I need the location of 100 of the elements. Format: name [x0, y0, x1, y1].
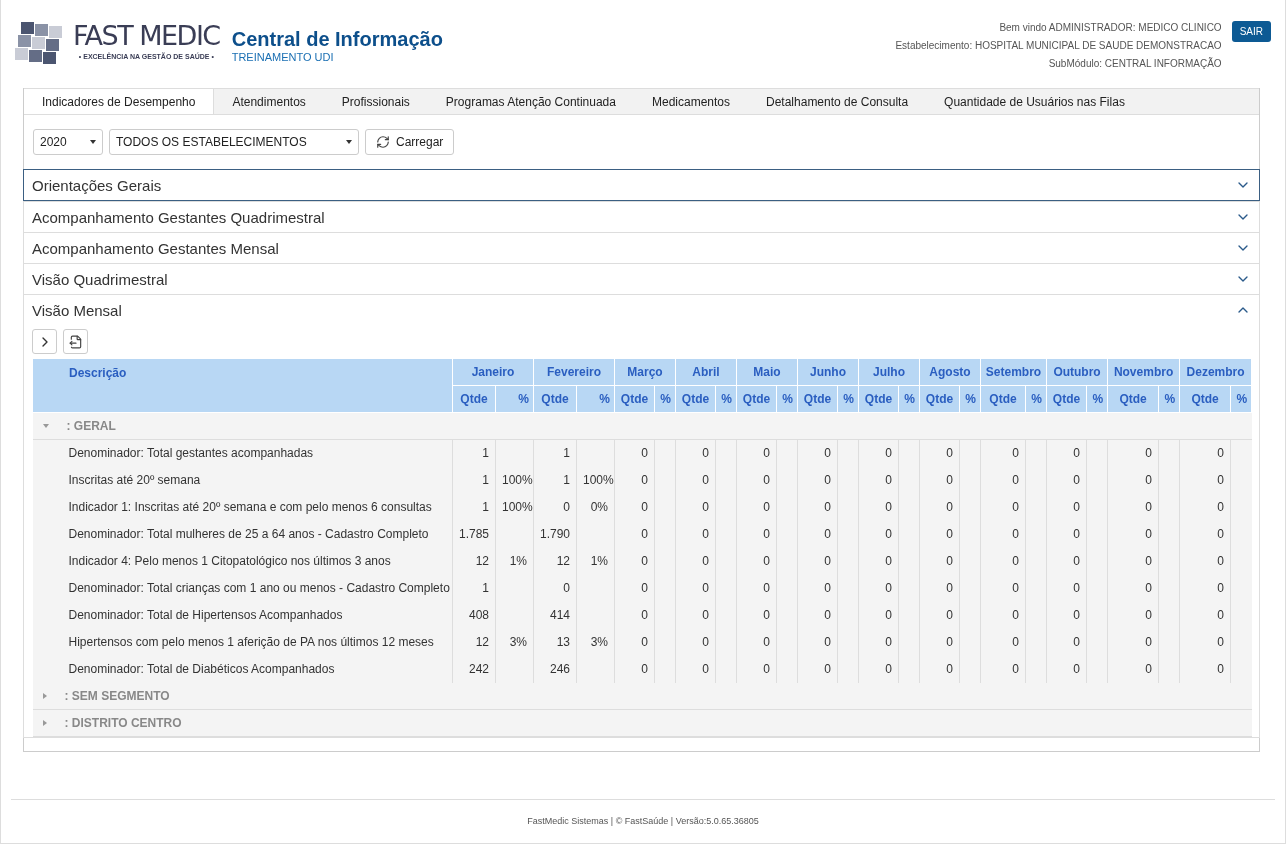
- section-title[interactable]: Visão Mensal: [32, 301, 122, 319]
- table-cell: 0: [1179, 547, 1231, 575]
- table-cell: 242: [452, 655, 496, 683]
- section-title[interactable]: Acompanhamento Gestantes Quadrimestral: [32, 208, 325, 226]
- table-cell: 0: [980, 439, 1026, 467]
- table-cell: 100%: [576, 466, 615, 494]
- table-cell: 12: [452, 628, 496, 656]
- table-cell: 0: [797, 520, 838, 548]
- establishment-select[interactable]: TODOS OS ESTABELECIMENTOS: [109, 129, 359, 155]
- table-cell: 0: [980, 547, 1026, 575]
- table-cell: 0: [858, 601, 899, 629]
- table-cell: 0: [980, 466, 1026, 494]
- table-cell: 0: [1179, 466, 1231, 494]
- table-cell: 0: [614, 655, 655, 683]
- group-label: : DISTRITO CENTRO: [64, 716, 182, 730]
- table-cell: 100%: [495, 466, 534, 494]
- table-cell: 0: [797, 628, 838, 656]
- page-title: Central de Informação: [231, 28, 443, 51]
- table-cell: 0: [919, 655, 960, 683]
- table-cell: 0: [1046, 439, 1087, 467]
- table-cell: 0: [614, 466, 655, 494]
- table-cell: 0: [1107, 601, 1159, 629]
- table-cell: 0: [858, 493, 899, 521]
- table-cell: 0: [919, 439, 960, 467]
- table-cell: 0: [1046, 655, 1087, 683]
- refresh-icon: [376, 135, 390, 149]
- tab[interactable]: Profissionais: [323, 89, 428, 114]
- table-cell: 0: [1107, 493, 1159, 521]
- table-cell: 0: [1046, 574, 1087, 602]
- table-cell: 0: [1179, 574, 1231, 602]
- tab[interactable]: Medicamentos: [633, 89, 748, 114]
- table-cell: 0: [736, 493, 777, 521]
- table-cell: 3%: [495, 628, 534, 656]
- table-cell: Denominador: Total gestantes acompanhadas: [32, 439, 453, 467]
- footer-text: FastMedic Sistemas | © FastSaúde | Versão:5.0.65.36805: [11, 799, 1275, 841]
- table-cell: 0: [736, 547, 777, 575]
- table-cell: 1.785: [452, 520, 496, 548]
- table-cell: 0%: [576, 493, 615, 521]
- expand-all-button[interactable]: [32, 329, 57, 354]
- table-cell: 0: [797, 547, 838, 575]
- table-cell: 0: [675, 628, 716, 656]
- table-cell: 1: [452, 493, 496, 521]
- table-cell: 0: [675, 466, 716, 494]
- export-button[interactable]: [63, 329, 88, 354]
- table-cell: 0: [1107, 520, 1159, 548]
- table-cell: 0: [736, 574, 777, 602]
- table-cell: 0: [736, 628, 777, 656]
- table-cell: 0: [1107, 439, 1159, 467]
- table-cell: 0: [919, 601, 960, 629]
- table-cell: 0: [919, 547, 960, 575]
- year-select[interactable]: 2020: [33, 129, 103, 155]
- table-cell: 0: [1179, 520, 1231, 548]
- table-cell: 0: [675, 574, 716, 602]
- table-cell: Inscritas até 20º semana: [32, 466, 453, 494]
- table-cell: 0: [797, 655, 838, 683]
- table-cell: Indicador 1: Inscritas até 20º semana e com pelo menos 6 consultas: [32, 493, 453, 521]
- table-cell: 0: [858, 628, 899, 656]
- table-cell: Hipertensos com pelo menos 1 aferição de PA nos últimos 12 meses: [32, 628, 453, 656]
- load-button[interactable]: Carregar: [365, 129, 455, 155]
- table-cell: 13: [533, 628, 577, 656]
- table-cell: 0: [980, 493, 1026, 521]
- table-cell: 0: [1107, 574, 1159, 602]
- table-cell: 0: [919, 574, 960, 602]
- section-title[interactable]: Visão Quadrimestral: [32, 270, 168, 288]
- table-cell: 1: [452, 574, 496, 602]
- table-cell: 0: [980, 655, 1026, 683]
- table-cell: 0: [797, 493, 838, 521]
- user-info: Bem vindo ADMINISTRADOR: MEDICO CLINICO: [999, 21, 1222, 35]
- column-header: Janeiro: [452, 358, 534, 386]
- table-cell: 0: [614, 520, 655, 548]
- table-cell: 0: [797, 574, 838, 602]
- table-cell: 0: [1179, 655, 1231, 683]
- table-cell: 0: [614, 493, 655, 521]
- logout-button[interactable]: SAIR: [1231, 21, 1271, 42]
- tab[interactable]: Programas Atenção Continuada: [427, 89, 634, 114]
- table-cell: 3%: [576, 628, 615, 656]
- table-cell: 0: [1046, 466, 1087, 494]
- table-cell: 1%: [576, 547, 615, 575]
- table-cell: 0: [797, 466, 838, 494]
- table-cell: 0: [1107, 466, 1159, 494]
- table-cell: 0: [736, 520, 777, 548]
- table-cell: 0: [736, 466, 777, 494]
- section-title[interactable]: Acompanhamento Gestantes Mensal: [32, 239, 279, 257]
- user-info: SubMódulo: CENTRAL INFORMAÇÃO: [1048, 56, 1222, 71]
- table-cell: 0: [736, 439, 777, 467]
- tab[interactable]: Indicadores de Desempenho: [24, 89, 215, 114]
- table-cell: 246: [533, 655, 577, 683]
- group-label: : GERAL: [66, 419, 116, 433]
- user-info: Estabelecimento: HOSPITAL MUNICIPAL DE SAUDE DEMONSTRACAO: [895, 39, 1222, 53]
- table-cell: 0: [1179, 493, 1231, 521]
- table-cell: 0: [980, 574, 1026, 602]
- tab[interactable]: Atendimentos: [214, 89, 324, 114]
- table-cell: 0: [1179, 628, 1231, 656]
- table-cell: 0: [858, 574, 899, 602]
- tab[interactable]: Quantidade de Usuários nas Filas: [926, 89, 1143, 114]
- table-cell: 0: [980, 520, 1026, 548]
- section-title[interactable]: Orientações Gerais: [32, 176, 162, 194]
- tab[interactable]: Detalhamento de Consulta: [748, 89, 927, 114]
- logo-wordmark: FAST MEDIC: [73, 19, 220, 52]
- column-header: Junho: [797, 358, 859, 386]
